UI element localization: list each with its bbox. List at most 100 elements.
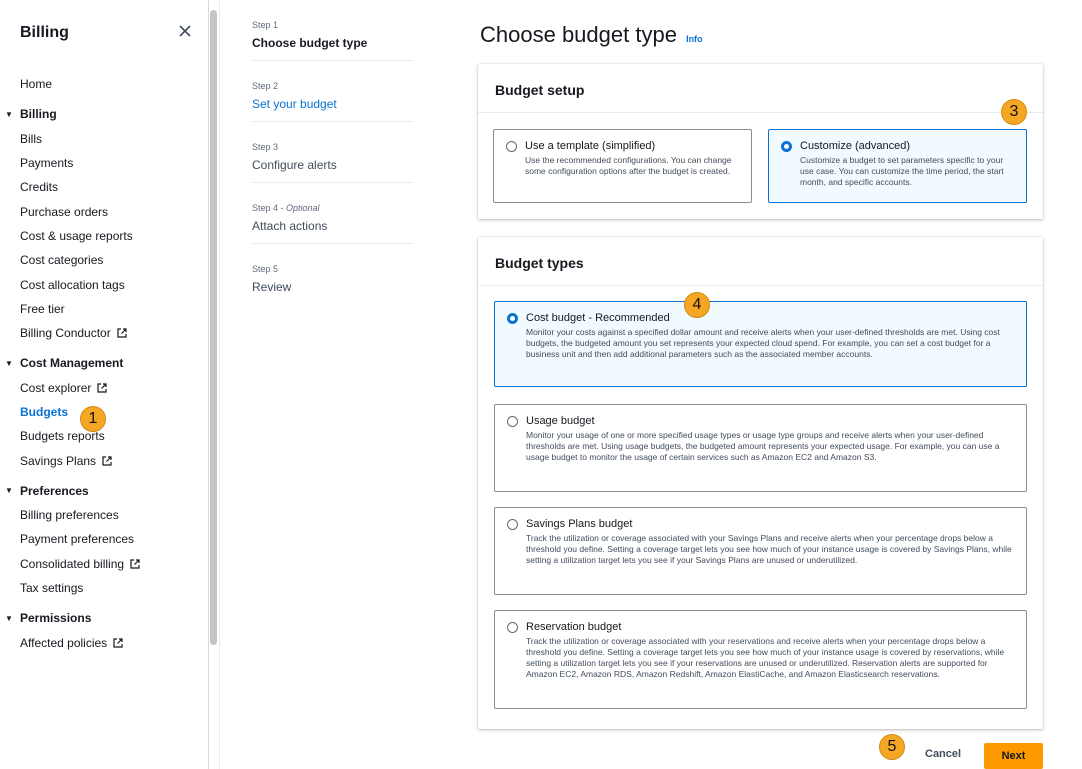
- annotation-badge-1: 1: [80, 406, 106, 432]
- sidebar-item-affected-policies[interactable]: Affected policies: [0, 631, 208, 655]
- sidebar-item-credits[interactable]: Credits: [0, 175, 208, 199]
- sidebar-item-cost-usage-reports[interactable]: Cost & usage reports: [0, 224, 208, 248]
- wizard-step-5: Step 5 Review: [252, 244, 414, 305]
- budget-types-card: Budget types Cost budget - Recommended M…: [478, 237, 1043, 729]
- tile-description: Customize a budget to set parameters spe…: [800, 155, 1004, 187]
- sidebar-item-bills[interactable]: Bills: [0, 127, 208, 151]
- customize-option-tile[interactable]: Customize (advanced) Customize a budget …: [768, 129, 1027, 203]
- sidebar-item-tax-settings[interactable]: Tax settings: [0, 576, 208, 600]
- radio-button[interactable]: [507, 622, 518, 633]
- radio-button[interactable]: [507, 519, 518, 530]
- external-link-icon: [97, 383, 107, 393]
- usage-budget-tile[interactable]: Usage budget Monitor your usage of one o…: [494, 404, 1027, 492]
- sidebar-item-home[interactable]: Home: [0, 72, 208, 96]
- step-link[interactable]: Set your budget: [252, 97, 414, 111]
- tile-description: Use the recommended configurations. You …: [525, 155, 732, 176]
- wizard-step-4: Step 4 - Optional Attach actions: [252, 183, 414, 244]
- sidebar-item-consolidated-billing[interactable]: Consolidated billing: [0, 552, 208, 576]
- cost-budget-tile[interactable]: Cost budget - Recommended Monitor your c…: [494, 301, 1027, 387]
- tile-description: Monitor your costs against a specified d…: [526, 327, 1000, 359]
- tile-title: Customize (advanced): [800, 140, 911, 152]
- radio-button-checked[interactable]: [507, 313, 518, 324]
- sidebar-section-cost-management[interactable]: ▼ Cost Management: [0, 351, 208, 375]
- step-number-text: Step 4: [252, 203, 279, 213]
- tile-description: Track the utilization or coverage associ…: [526, 636, 1005, 679]
- sidebar-item-free-tier[interactable]: Free tier: [0, 297, 208, 321]
- caret-down-icon: ▼: [5, 358, 13, 368]
- annotation-badge-3: 3: [1001, 99, 1027, 125]
- info-link[interactable]: Info: [686, 34, 703, 44]
- sidebar-item-payments[interactable]: Payments: [0, 151, 208, 175]
- caret-down-icon: ▼: [5, 109, 13, 119]
- tile-title: Savings Plans budget: [526, 518, 633, 530]
- sidebar-title: Billing: [20, 24, 69, 41]
- sidebar-item-billing-preferences[interactable]: Billing preferences: [0, 503, 208, 527]
- step-number: Step 3: [252, 142, 279, 152]
- sidebar-nav: Home ▼ Billing Bills Payments Credits Pu…: [0, 72, 208, 655]
- step-number: Step 5: [252, 264, 279, 274]
- step-label: Review: [252, 280, 292, 294]
- sidebar-item-payment-preferences[interactable]: Payment preferences: [0, 527, 208, 551]
- step-number: Step 2: [252, 81, 279, 91]
- caret-down-icon: ▼: [5, 613, 13, 623]
- sidebar-item-billing-conductor[interactable]: Billing Conductor: [0, 321, 208, 345]
- template-option-tile[interactable]: Use a template (simplified) Use the reco…: [493, 129, 752, 203]
- tile-title: Cost budget - Recommended: [526, 312, 670, 324]
- caret-down-icon: ▼: [5, 486, 13, 496]
- sidebar-scrollbar[interactable]: [210, 10, 217, 645]
- content-divider: [219, 0, 220, 769]
- sidebar-item-cost-explorer[interactable]: Cost explorer: [0, 376, 208, 400]
- tile-description: Monitor your usage of one or more specif…: [526, 430, 1000, 462]
- tile-title: Use a template (simplified): [525, 140, 656, 152]
- radio-button[interactable]: [507, 416, 518, 427]
- sidebar-section-label: Permissions: [20, 611, 92, 626]
- sidebar-section-label: Preferences: [20, 483, 89, 498]
- sidebar-item-purchase-orders[interactable]: Purchase orders: [0, 199, 208, 223]
- cancel-button[interactable]: Cancel: [925, 748, 961, 760]
- sidebar-section-billing[interactable]: ▼ Billing: [0, 102, 208, 126]
- annotation-badge-4: 4: [684, 292, 710, 318]
- tile-title: Reservation budget: [526, 621, 622, 633]
- sidebar-item-label: Affected policies: [20, 635, 108, 650]
- external-link-icon: [130, 559, 140, 569]
- step-label: Configure alerts: [252, 158, 337, 172]
- sidebar-section-preferences[interactable]: ▼ Preferences: [0, 479, 208, 503]
- reservation-budget-tile[interactable]: Reservation budget Track the utilization…: [494, 610, 1027, 709]
- card-heading: Budget types: [478, 237, 1043, 286]
- step-label: Choose budget type: [252, 36, 368, 50]
- billing-sidebar: Billing Home ▼ Billing Bills Payments Cr…: [0, 0, 208, 769]
- next-button[interactable]: Next: [984, 743, 1043, 769]
- budget-setup-card: Budget setup Use a template (simplified)…: [478, 64, 1043, 219]
- radio-button-checked[interactable]: [781, 141, 792, 152]
- card-heading: Budget setup: [478, 64, 1043, 113]
- wizard-steps: Step 1 Choose budget type Step 2 Set you…: [252, 0, 414, 305]
- sidebar-item-cost-categories[interactable]: Cost categories: [0, 248, 208, 272]
- savings-plans-budget-tile[interactable]: Savings Plans budget Track the utilizati…: [494, 507, 1027, 595]
- step-optional-text: Optional: [286, 203, 320, 213]
- wizard-step-2: Step 2 Set your budget: [252, 61, 414, 122]
- sidebar-section-permissions[interactable]: ▼ Permissions: [0, 606, 208, 630]
- annotation-badge-5: 5: [879, 734, 905, 760]
- sidebar-item-cost-allocation-tags[interactable]: Cost allocation tags: [0, 272, 208, 296]
- radio-button[interactable]: [506, 141, 517, 152]
- sidebar-item-budgets-reports[interactable]: Budgets reports: [0, 424, 208, 448]
- step-number: Step 4 - Optional: [252, 203, 320, 213]
- wizard-step-3: Step 3 Configure alerts: [252, 122, 414, 183]
- step-number: Step 1: [252, 20, 279, 30]
- external-link-icon: [117, 328, 127, 338]
- external-link-icon: [102, 455, 112, 466]
- close-icon[interactable]: [176, 22, 194, 40]
- page-title-text: Choose budget type: [480, 22, 677, 47]
- external-link-icon: [113, 638, 123, 648]
- page-title: Choose budget type Info: [480, 22, 703, 48]
- tile-title: Usage budget: [526, 415, 595, 427]
- sidebar-divider: [208, 0, 209, 769]
- sidebar-item-savings-plans[interactable]: Savings Plans: [0, 448, 208, 472]
- step-label: Attach actions: [252, 219, 328, 233]
- sidebar-section-label: Billing: [20, 107, 57, 122]
- sidebar-item-label: Billing Conductor: [20, 326, 111, 341]
- wizard-step-1: Step 1 Choose budget type: [252, 0, 414, 61]
- tile-description: Track the utilization or coverage associ…: [526, 533, 1012, 565]
- sidebar-item-label: Consolidated billing: [20, 556, 125, 571]
- sidebar-item-label: Savings Plans: [20, 453, 97, 468]
